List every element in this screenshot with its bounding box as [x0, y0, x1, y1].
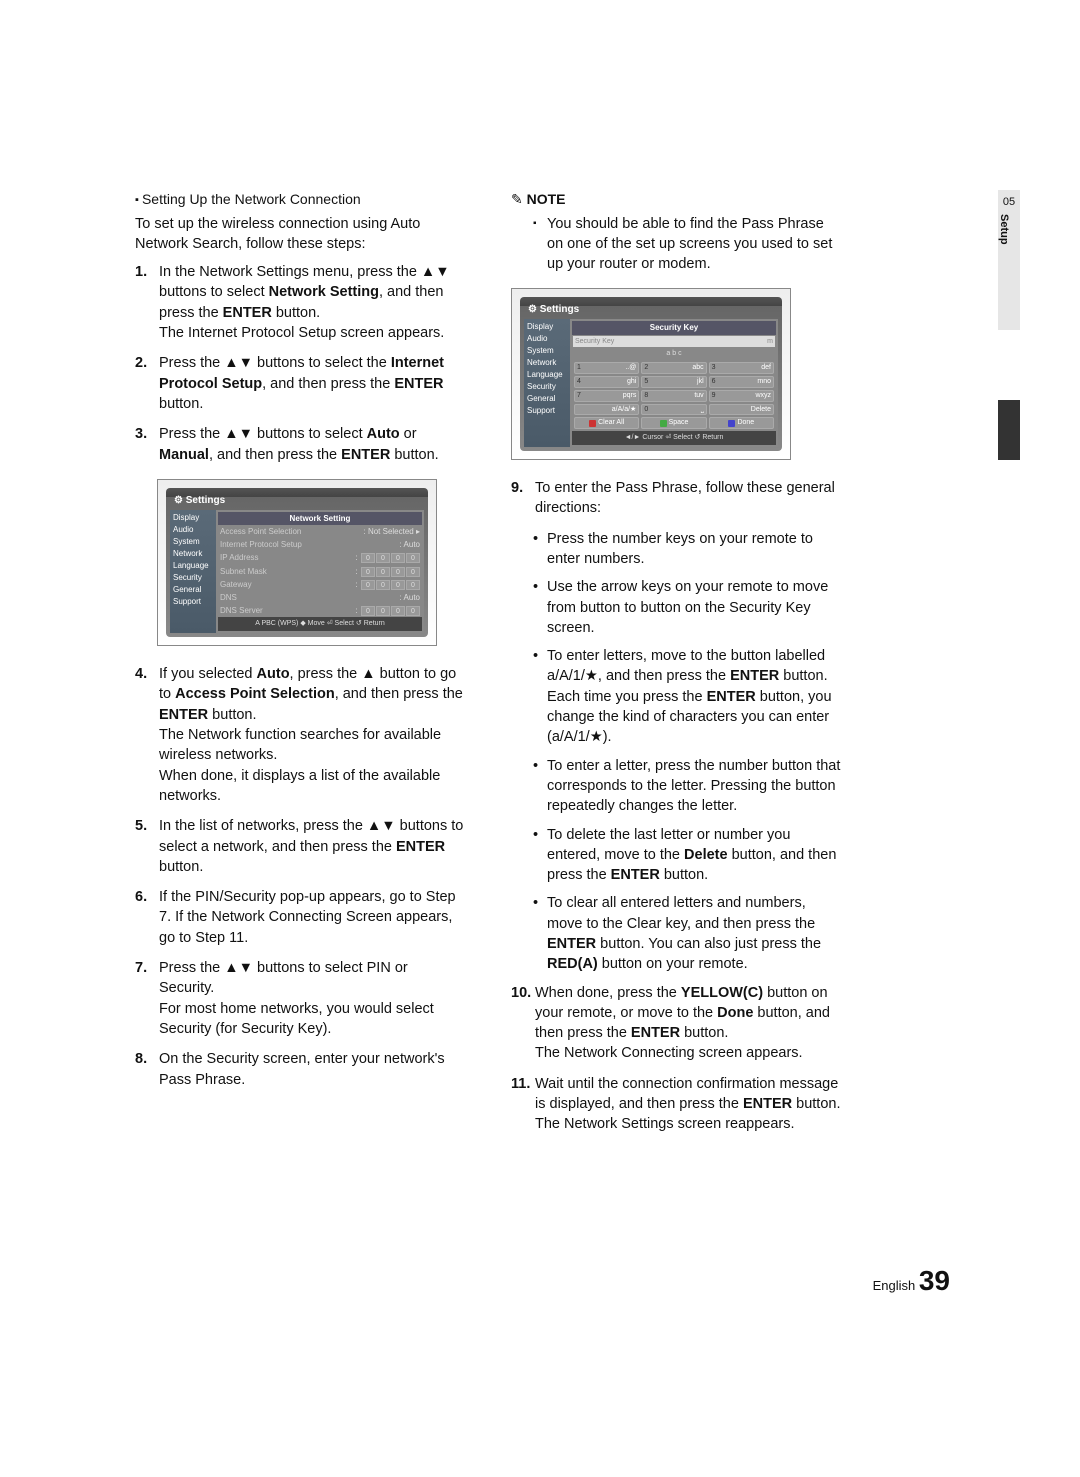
dev2-side-item: Security — [527, 381, 567, 393]
dev2-side-item: Language — [527, 369, 567, 381]
dev2-side-item: General — [527, 393, 567, 405]
dev1-setting-row: DNS Server: 0000 — [218, 604, 422, 617]
step-item: 10.When done, press the YELLOW(C) button… — [511, 983, 841, 1064]
dev1-side-item: Network — [173, 548, 213, 560]
dev1-side-item: System — [173, 536, 213, 548]
bullet-item: To clear all entered letters and numbers… — [533, 893, 841, 974]
dev1-setting-row: Gateway: 0000 — [218, 578, 422, 591]
section-subhead: Setting Up the Network Connection — [135, 190, 465, 210]
keypad-key: a/A/a/★ — [574, 404, 639, 416]
dev2-abc: a b c — [572, 348, 776, 360]
dev1-side-item: Support — [173, 596, 213, 608]
keypad-key: 5jkl — [641, 376, 706, 388]
step-item: 3.Press the ▲▼ buttons to select Auto or… — [135, 424, 465, 465]
note-heading: NOTE — [511, 190, 841, 210]
step-item: 1.In the Network Settings menu, press th… — [135, 262, 465, 343]
directions-bullets: Press the number keys on your remote to … — [533, 529, 841, 975]
bullet-item: To enter letters, move to the button lab… — [533, 646, 841, 747]
step-item: 7.Press the ▲▼ buttons to select PIN or … — [135, 958, 465, 1039]
dev2-footer: ◄/► Cursor ⏎ Select ↺ Return — [572, 431, 776, 445]
keypad-key: 2abc — [641, 362, 706, 374]
dev2-panel-title: Security Key — [572, 321, 776, 334]
dev1-sidebar: DisplayAudioSystemNetworkLanguageSecurit… — [170, 510, 216, 633]
dev1-setting-row: IP Address: 0000 — [218, 551, 422, 564]
page-footer: English 39 — [873, 1265, 950, 1297]
dev1-footer: A PBC (WPS) ◆ Move ⏎ Select ↺ Return — [218, 617, 422, 631]
dev2-side-item: System — [527, 345, 567, 357]
bullet-item: Press the number keys on your remote to … — [533, 529, 841, 570]
dev1-side-item: General — [173, 584, 213, 596]
dev2-side-item: Audio — [527, 333, 567, 345]
dev1-setting-row: Subnet Mask: 0000 — [218, 565, 422, 578]
footer-lang: English — [873, 1278, 916, 1293]
keypad-key: 3def — [709, 362, 774, 374]
device-screenshot-keyboard: Settings DisplayAudioSystemNetworkLangua… — [511, 288, 791, 460]
keypad-key: 8tuv — [641, 390, 706, 402]
dev2-title: Settings — [524, 301, 778, 319]
dev2-sidebar: DisplayAudioSystemNetworkLanguageSecurit… — [524, 319, 570, 447]
chapter-title: Setup — [998, 214, 1010, 245]
dev1-side-item: Display — [173, 512, 213, 524]
chapter-number: 05 — [998, 196, 1020, 208]
keypad-action: Space — [641, 417, 706, 429]
note-text: You should be able to find the Pass Phra… — [533, 214, 841, 275]
keypad-key: 0⎵ — [641, 404, 706, 416]
dev1-setting-row: Access Point Selection: Not Selected ▸ — [218, 525, 422, 538]
side-tab: 05 Setup — [998, 190, 1020, 330]
keypad-key: 1..@ — [574, 362, 639, 374]
keypad-key: 6mno — [709, 376, 774, 388]
bullet-item: Use the arrow keys on your remote to mov… — [533, 577, 841, 638]
steps-list-c: 10.When done, press the YELLOW(C) button… — [511, 983, 841, 1135]
steps-list-b: 4.If you selected Auto, press the ▲ butt… — [135, 664, 465, 1090]
step-item: 8.On the Security screen, enter your net… — [135, 1049, 465, 1090]
dev1-side-item: Security — [173, 572, 213, 584]
dev1-setting-row: Internet Protocol Setup: Auto — [218, 538, 422, 551]
step-item: 9.To enter the Pass Phrase, follow these… — [511, 478, 841, 519]
dev1-panel-title: Network Setting — [218, 512, 422, 525]
keypad-key: 4ghi — [574, 376, 639, 388]
step-item: 6.If the PIN/Security pop-up appears, go… — [135, 887, 465, 948]
dev2-input-placeholder: Security Key — [575, 337, 614, 347]
step-9: 9.To enter the Pass Phrase, follow these… — [511, 478, 841, 519]
keypad-action: Done — [709, 417, 774, 429]
step-item: 11.Wait until the connection confirmatio… — [511, 1074, 841, 1135]
dev1-side-item: Audio — [173, 524, 213, 536]
dev1-side-item: Language — [173, 560, 213, 572]
keypad-action: Clear All — [574, 417, 639, 429]
intro-text: To set up the wireless connection using … — [135, 214, 465, 255]
keypad-key: 7pqrs — [574, 390, 639, 402]
keypad-key: 9wxyz — [709, 390, 774, 402]
left-column: Setting Up the Network Connection To set… — [135, 190, 465, 1145]
footer-page: 39 — [919, 1265, 950, 1296]
keypad-key: Delete — [709, 404, 774, 416]
step-item: 2.Press the ▲▼ buttons to select the Int… — [135, 353, 465, 414]
step-item: 4.If you selected Auto, press the ▲ butt… — [135, 664, 465, 806]
dev2-side-item: Support — [527, 405, 567, 417]
right-column: NOTE You should be able to find the Pass… — [511, 190, 841, 1145]
step-item: 5.In the list of networks, press the ▲▼ … — [135, 816, 465, 877]
bullet-item: To delete the last letter or number you … — [533, 825, 841, 886]
device-screenshot-network: Settings DisplayAudioSystemNetworkLangua… — [157, 479, 437, 646]
steps-list-a: 1.In the Network Settings menu, press th… — [135, 262, 465, 465]
dev1-title: Settings — [170, 492, 424, 510]
dev2-side-item: Network — [527, 357, 567, 369]
side-marker — [998, 400, 1020, 460]
dev1-setting-row: DNS: Auto — [218, 591, 422, 604]
dev2-side-item: Display — [527, 321, 567, 333]
bullet-item: To enter a letter, press the number butt… — [533, 756, 841, 817]
